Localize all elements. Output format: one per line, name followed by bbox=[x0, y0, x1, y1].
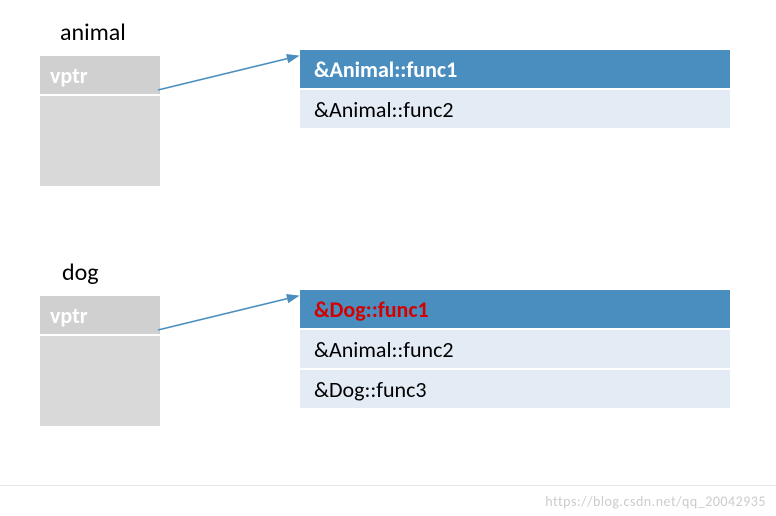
dog-vptr-cell: vptr bbox=[40, 296, 160, 336]
dog-arrow-icon bbox=[150, 282, 310, 342]
dog-vtable-row-2: &Dog::func3 bbox=[300, 370, 730, 410]
dog-object: vptr bbox=[40, 296, 160, 426]
dog-label: dog bbox=[62, 258, 99, 287]
animal-arrow-icon bbox=[150, 42, 310, 102]
animal-data-cell bbox=[40, 96, 160, 186]
divider bbox=[0, 485, 776, 486]
dog-vtable: &Dog::func1 &Animal::func2 &Dog::func3 bbox=[300, 290, 730, 410]
animal-label: animal bbox=[60, 18, 126, 47]
animal-vtable: &Animal::func1 &Animal::func2 bbox=[300, 50, 730, 130]
animal-vptr-cell: vptr bbox=[40, 56, 160, 96]
dog-vtable-row-1: &Animal::func2 bbox=[300, 330, 730, 370]
dog-data-cell bbox=[40, 336, 160, 426]
animal-vtable-row-0: &Animal::func1 bbox=[300, 50, 730, 90]
watermark: https://blog.csdn.net/qq_20042935 bbox=[545, 493, 766, 510]
animal-vtable-row-1: &Animal::func2 bbox=[300, 90, 730, 130]
dog-vtable-row-0: &Dog::func1 bbox=[300, 290, 730, 330]
animal-object: vptr bbox=[40, 56, 160, 186]
